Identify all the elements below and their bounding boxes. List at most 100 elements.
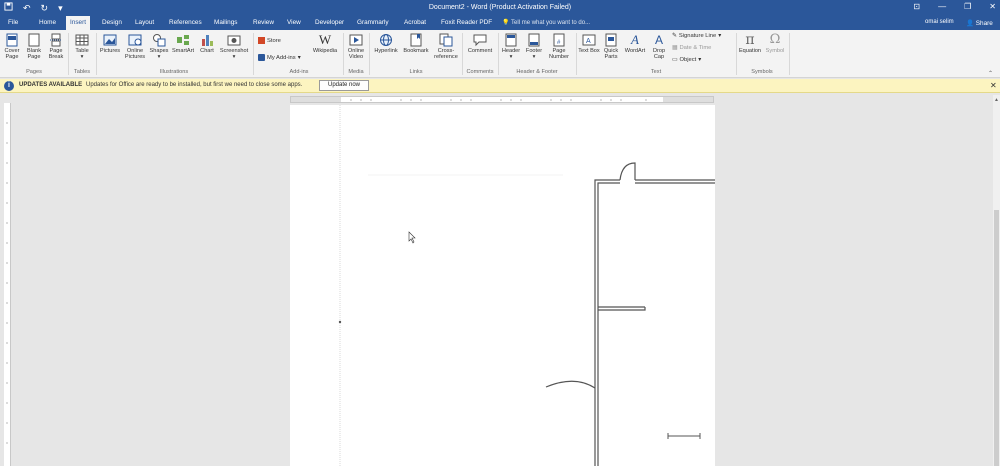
- tab-home[interactable]: Home: [35, 16, 60, 30]
- group-separator: [253, 33, 254, 75]
- blank-page-button[interactable]: Blank Page: [24, 33, 44, 61]
- vertical-scrollbar[interactable]: ▲: [993, 95, 1000, 466]
- tab-grammarly[interactable]: Grammarly: [353, 16, 393, 30]
- group-separator: [96, 33, 97, 75]
- quick-parts-button[interactable]: Quick Parts: [600, 33, 622, 61]
- symbol-button[interactable]: Ω Symbol: [763, 33, 787, 55]
- tab-view[interactable]: View: [283, 16, 305, 30]
- video-icon: [349, 34, 363, 46]
- ruler-ticks: [6, 122, 8, 444]
- store-label: Store: [267, 37, 281, 44]
- pictures-button[interactable]: Pictures: [98, 33, 122, 54]
- tab-design[interactable]: Design: [98, 16, 126, 30]
- comment-label: Comment: [467, 48, 493, 54]
- object-label: Object: [679, 57, 697, 63]
- bookmark-button[interactable]: Bookmark: [401, 33, 431, 54]
- group-separator: [369, 33, 370, 75]
- window-controls: ⊡ — ❐ ✕: [913, 2, 996, 11]
- globe-link-icon: [380, 34, 392, 46]
- table-button[interactable]: Table ▾: [71, 33, 93, 61]
- online-video-label: Online Video: [347, 48, 365, 61]
- pictures-label: Pictures: [99, 48, 121, 54]
- group-label-addins: Add-ins: [289, 69, 309, 75]
- page-number-button[interactable]: # Page Number: [545, 33, 573, 61]
- close-icon[interactable]: ✕: [989, 2, 996, 11]
- my-addins-button[interactable]: My Add-ins ▾: [258, 54, 301, 61]
- shapes-button[interactable]: Shapes ▾: [148, 33, 170, 61]
- blank-page-icon: [28, 33, 40, 47]
- pi-icon: π: [745, 32, 755, 48]
- document-page[interactable]: [290, 105, 715, 466]
- cross-reference-button[interactable]: Cross-reference: [432, 33, 460, 61]
- tab-references[interactable]: References: [165, 16, 206, 30]
- store-icon: [258, 37, 265, 44]
- minimize-icon[interactable]: —: [938, 2, 946, 11]
- page-break-icon: [50, 33, 62, 47]
- tab-acrobat[interactable]: Acrobat: [400, 16, 430, 30]
- chart-icon: [202, 35, 213, 46]
- smartart-icon: [177, 35, 189, 45]
- chart-button[interactable]: Chart: [197, 33, 217, 54]
- signature-line-button[interactable]: ✎ Signature Line ▾: [672, 33, 721, 39]
- tab-mailings[interactable]: Mailings: [210, 16, 241, 30]
- tab-insert[interactable]: Insert: [66, 16, 90, 30]
- tab-developer[interactable]: Developer: [311, 16, 348, 30]
- dropdown-arrow-icon: ▾: [232, 54, 236, 61]
- restore-icon[interactable]: ❐: [964, 2, 971, 11]
- online-video-button[interactable]: Online Video: [345, 33, 367, 61]
- drop-cap-label: Drop Cap: [652, 48, 666, 61]
- close-icon[interactable]: ✕: [990, 81, 997, 90]
- user-name[interactable]: omai selim: [925, 19, 954, 25]
- comment-button[interactable]: Comment: [464, 33, 496, 54]
- title-bar: ↶ ↻ ▾ Document2 - Word (Product Activati…: [0, 0, 1000, 16]
- wordart-icon: A: [631, 32, 639, 47]
- lightbulb-icon: 💡: [502, 20, 510, 26]
- group-separator: [498, 33, 499, 75]
- cover-page-button[interactable]: Cover Page: [2, 33, 22, 61]
- floor-plan-drawing[interactable]: [290, 105, 715, 466]
- tab-foxit-reader-pdf[interactable]: Foxit Reader PDF: [437, 16, 496, 30]
- page-break-button[interactable]: Page Break: [46, 33, 66, 61]
- horizontal-ruler[interactable]: [290, 96, 714, 103]
- cover-page-icon: [6, 33, 18, 47]
- scrollbar-thumb[interactable]: [994, 210, 999, 466]
- quick-parts-label: Quick Parts: [603, 48, 619, 61]
- cross-reference-label: Cross-reference: [434, 48, 458, 61]
- wikipedia-label: Wikipedia: [312, 48, 338, 54]
- tab-file[interactable]: File: [4, 16, 22, 30]
- screenshot-button[interactable]: Screenshot ▾: [218, 33, 250, 61]
- date-time-button[interactable]: ▦ Date & Time: [672, 45, 711, 51]
- wordart-label: WordArt: [624, 48, 646, 54]
- collapse-ribbon-icon[interactable]: ⌃: [988, 70, 993, 77]
- hyperlink-label: Hyperlink: [374, 48, 398, 54]
- tell-me-box[interactable]: 💡 Tell me what you want to do...: [502, 19, 590, 26]
- ribbon-insert: Cover Page Blank Page Page Break Pages T…: [0, 30, 1000, 78]
- quick-parts-icon: [605, 33, 617, 47]
- footer-button[interactable]: Footer ▾: [523, 33, 545, 61]
- header-button[interactable]: Header ▾: [500, 33, 522, 61]
- update-now-button[interactable]: Update now: [319, 80, 369, 91]
- text-box-button[interactable]: A Text Box: [578, 33, 600, 54]
- group-label-tables: Tables: [73, 69, 91, 75]
- share-button[interactable]: 👤 Share: [966, 19, 993, 27]
- scroll-up-icon[interactable]: ▲: [994, 97, 999, 103]
- drop-cap-button[interactable]: A Drop Cap: [648, 33, 670, 61]
- tell-me-placeholder: Tell me what you want to do...: [511, 20, 591, 26]
- hyperlink-button[interactable]: Hyperlink: [371, 33, 401, 54]
- tab-review[interactable]: Review: [249, 16, 278, 30]
- vertical-ruler[interactable]: [4, 103, 11, 466]
- dropdown-arrow-icon: ▾: [80, 54, 84, 61]
- store-button[interactable]: Store: [258, 37, 281, 44]
- object-button[interactable]: ▭ Object ▾: [672, 57, 701, 63]
- message-text: Updates for Office are ready to be insta…: [86, 82, 303, 88]
- equation-button[interactable]: π Equation: [737, 33, 763, 54]
- tab-layout[interactable]: Layout: [131, 16, 158, 30]
- wikipedia-button[interactable]: W Wikipedia: [309, 32, 341, 55]
- wikipedia-icon: W: [318, 32, 332, 47]
- smartart-button[interactable]: SmartArt: [171, 33, 195, 54]
- ribbon-display-icon[interactable]: ⊡: [913, 2, 920, 11]
- drop-cap-icon: A: [654, 33, 663, 47]
- online-pictures-button[interactable]: Online Pictures: [123, 33, 147, 61]
- calendar-icon: ▦: [672, 45, 678, 51]
- wordart-button[interactable]: A WordArt: [622, 32, 648, 55]
